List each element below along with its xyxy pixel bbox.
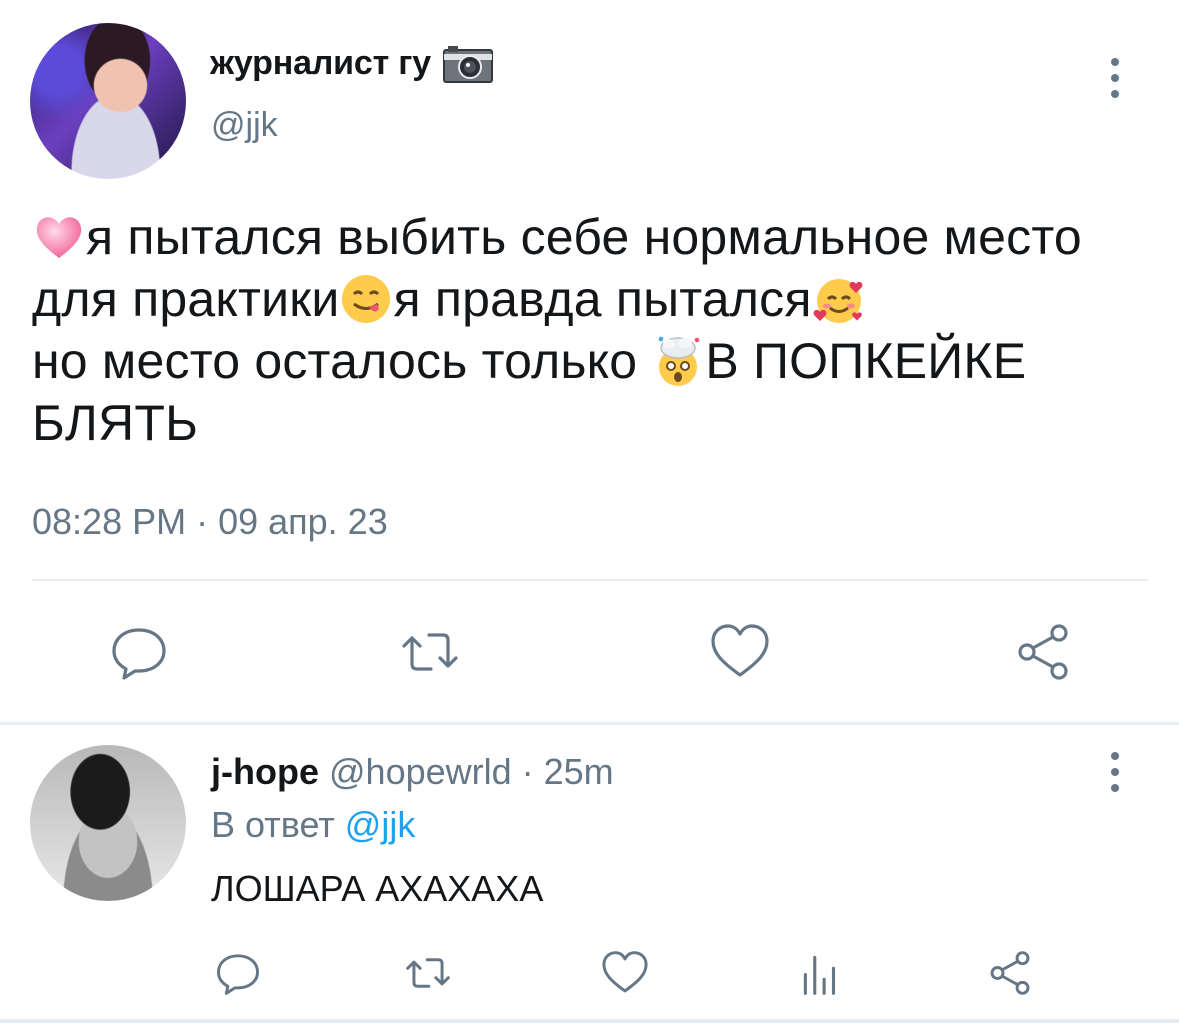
more-options-icon[interactable] [1100, 58, 1130, 98]
reply-more-options-icon[interactable] [1100, 752, 1130, 792]
share-icon[interactable] [1011, 620, 1075, 684]
tweet-thread-view: журналист гу @jjk я пытался выбить себе … [0, 0, 1179, 1023]
reply-text: ЛОШАРА АХАХАХА [211, 868, 544, 909]
author-display-name[interactable]: журналист гу [210, 44, 493, 83]
analytics-icon[interactable] [796, 948, 846, 998]
main-tweet: журналист гу @jjk я пытался выбить себе … [0, 0, 1179, 722]
tweet-text-part-2: я правда пытался [393, 271, 812, 327]
divider [32, 579, 1148, 581]
reply-context: В ответ @jjk [211, 804, 415, 846]
retweet-icon[interactable] [398, 620, 462, 684]
reply-icon[interactable] [213, 948, 263, 998]
retweet-icon[interactable] [403, 948, 453, 998]
author-avatar[interactable] [30, 23, 186, 179]
reply-icon[interactable] [107, 620, 171, 684]
tweet-timestamp[interactable]: 08:28 PM · 09 апр. 23 [32, 501, 388, 543]
reply-actions [0, 948, 1179, 998]
reply-separator: · [511, 751, 544, 792]
like-icon[interactable] [708, 620, 772, 684]
camera-icon [442, 45, 493, 83]
smiling-hearts-emoji [813, 279, 863, 323]
tweet-text: я пытался выбить себе нормальное место д… [32, 206, 1152, 454]
share-icon[interactable] [985, 948, 1035, 998]
tweet-text-part-3: но место осталось только [32, 333, 652, 389]
reply-header: j-hope @hopewrld · 25m [211, 751, 614, 793]
bottom-divider [0, 1019, 1179, 1023]
growing-heart-emoji [36, 217, 82, 258]
reply-author-handle[interactable]: @hopewrld [329, 751, 512, 792]
author-display-name-text: журналист гу [210, 44, 431, 82]
section-divider [0, 722, 1179, 725]
tweet-actions [0, 620, 1179, 684]
exploding-head-emoji [658, 336, 700, 386]
reply-prefix: В ответ [211, 804, 345, 845]
yum-emoji [342, 275, 391, 323]
reply-mention-link[interactable]: @jjk [345, 804, 416, 845]
reply-author-avatar[interactable] [30, 745, 186, 901]
author-handle[interactable]: @jjk [211, 106, 278, 145]
reply-time: 25m [543, 751, 614, 792]
like-icon[interactable] [600, 948, 650, 998]
reply-author-name[interactable]: j-hope [211, 751, 319, 792]
